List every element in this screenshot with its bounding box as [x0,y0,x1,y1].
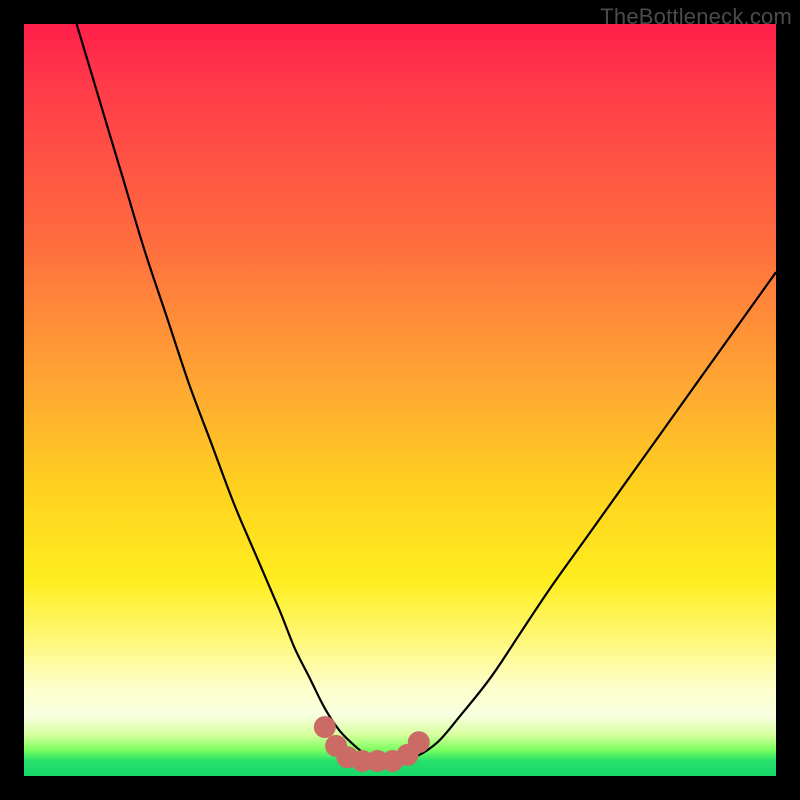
curve-marker [408,731,430,753]
chart-frame: TheBottleneck.com [0,0,800,800]
curve-marker [314,716,336,738]
bottleneck-curve [77,24,776,761]
curve-markers [314,716,430,772]
watermark-text: TheBottleneck.com [600,4,792,30]
chart-svg [24,24,776,776]
chart-plot-area [24,24,776,776]
